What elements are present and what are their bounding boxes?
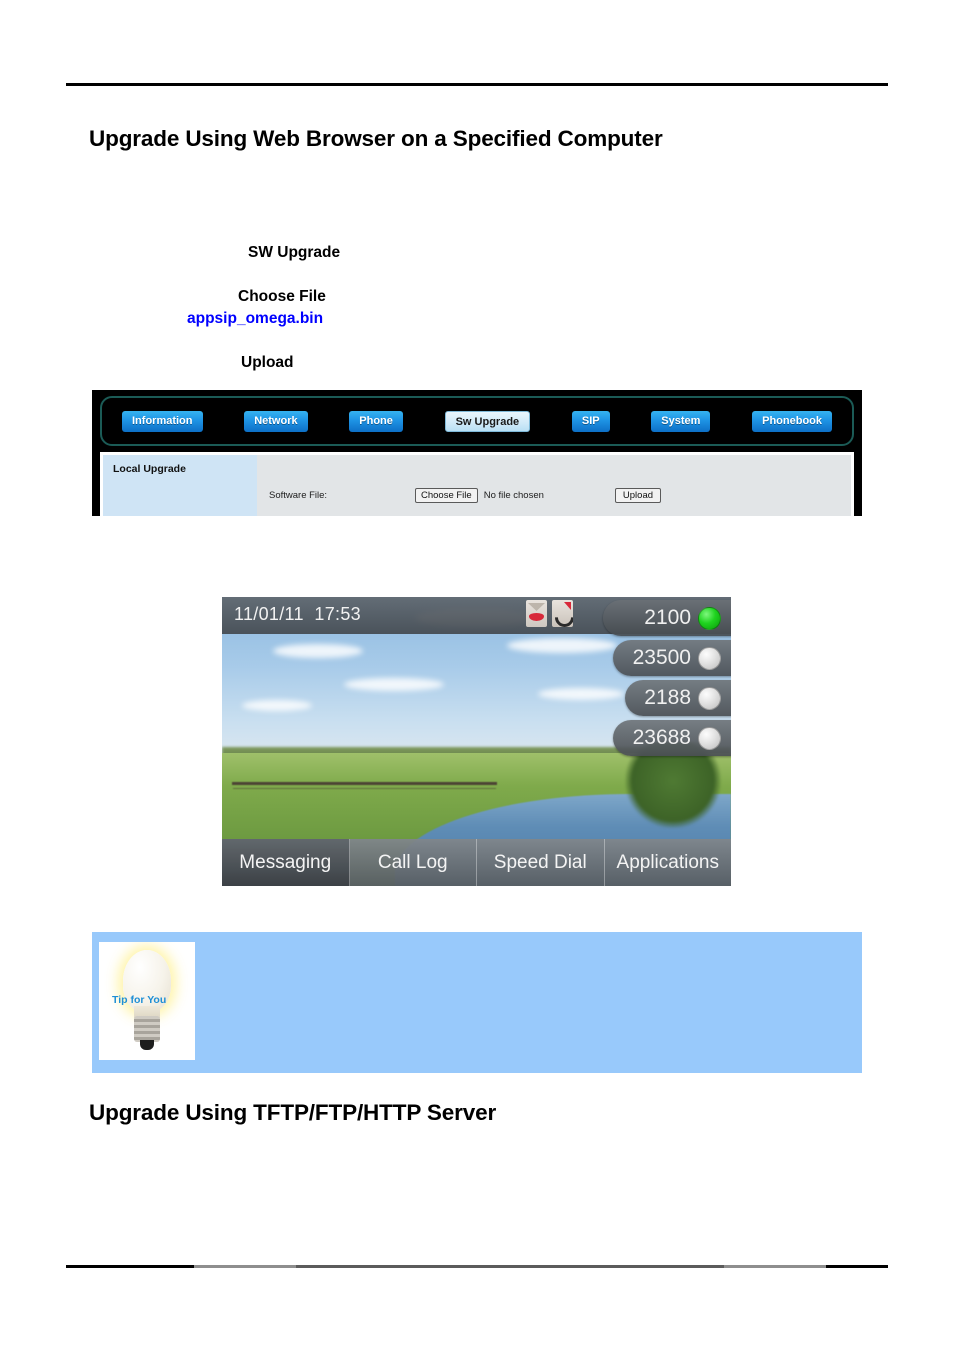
tab-sw-upgrade[interactable]: Sw Upgrade: [444, 410, 531, 432]
software-file-label: Software File:: [269, 490, 328, 501]
tab-network[interactable]: Network: [244, 410, 308, 432]
caption-file-name: appsip_omega.bin: [187, 310, 324, 327]
cloud-shape: [272, 643, 363, 658]
nav-frame: Information Network Phone Sw Upgrade SIP…: [100, 396, 854, 446]
line-key-label: 23688: [632, 726, 691, 749]
wallpaper-fence: [232, 781, 497, 785]
line-led-icon: [698, 726, 721, 750]
line-key-2188[interactable]: 2188: [625, 680, 731, 716]
footer-rule-segment: [724, 1265, 826, 1268]
status-time-value: 17:53: [314, 604, 361, 624]
tab-sip[interactable]: SIP: [571, 410, 610, 432]
nav-tab-bar: Information Network Phone Sw Upgrade SIP…: [102, 398, 852, 444]
lightbulb-screw-base: [134, 1016, 160, 1042]
line-led-icon: [698, 686, 721, 710]
voicemail-icon: [526, 600, 547, 627]
line-led-icon: [698, 606, 721, 630]
status-datetime: 11/01/11 17:53: [234, 604, 361, 625]
file-status-text: No file chosen: [483, 490, 544, 501]
soft-key-speed-dial[interactable]: Speed Dial: [477, 839, 605, 886]
phone-soft-key-bar: Messaging Call Log Speed Dial Applicatio…: [222, 839, 731, 886]
footer-rule-segment: [194, 1265, 296, 1268]
upload-button[interactable]: Upload: [614, 488, 662, 503]
phone-screen-screenshot: 11/01/11 17:53 2100 23500 2188 23688 Mes…: [222, 597, 731, 886]
software-file-row: Software File: Choose File No file chose…: [269, 488, 851, 503]
page-title-upgrade-tftp: Upgrade Using TFTP/FTP/HTTP Server: [89, 1100, 497, 1125]
tab-phone[interactable]: Phone: [349, 410, 403, 432]
caption-choose-file: Choose File: [238, 288, 326, 305]
panel-body: Software File: Choose File No file chose…: [257, 455, 851, 516]
tip-bulb-image: Tip for You: [99, 942, 195, 1060]
tab-system[interactable]: System: [651, 410, 711, 432]
choose-file-button[interactable]: Choose File: [415, 488, 478, 503]
caption-upload: Upload: [241, 354, 294, 371]
line-key-label: 2188: [644, 686, 691, 709]
content-panel-inner: Local Upgrade Software File: Choose File…: [103, 455, 851, 516]
caption-sw-upgrade: SW Upgrade: [248, 244, 341, 261]
page-footer-rule: [66, 1265, 888, 1268]
line-key-23500[interactable]: 23500: [613, 640, 731, 676]
line-led-icon: [698, 646, 721, 670]
tip-callout-box: Tip for You: [92, 932, 862, 1073]
tip-label: Tip for You: [112, 994, 167, 1006]
soft-key-messaging[interactable]: Messaging: [222, 839, 350, 886]
tab-phonebook[interactable]: Phonebook: [752, 410, 832, 432]
page-title-upgrade-web-browser: Upgrade Using Web Browser on a Specified…: [89, 126, 663, 151]
line-key-label: 23500: [632, 646, 691, 669]
sidebar-local-upgrade[interactable]: Local Upgrade: [103, 455, 257, 516]
line-key-23688[interactable]: 23688: [613, 720, 731, 756]
line-key-2100[interactable]: 2100: [603, 600, 731, 636]
cloud-shape: [242, 699, 313, 711]
cloud-shape: [344, 678, 445, 692]
tab-information[interactable]: Information: [122, 410, 203, 432]
cloud-shape: [507, 637, 618, 653]
soft-key-applications[interactable]: Applications: [605, 839, 732, 886]
page-header-rule: [66, 83, 888, 86]
cloud-shape: [537, 687, 624, 700]
web-ui-screenshot: Information Network Phone Sw Upgrade SIP…: [92, 390, 862, 516]
soft-key-call-log[interactable]: Call Log: [350, 839, 477, 886]
missed-call-icon: [552, 600, 573, 627]
footer-rule-segment: [296, 1265, 724, 1268]
sidebar-item-label: Local Upgrade: [113, 463, 186, 475]
status-icon-group: [526, 600, 573, 627]
content-panel: Local Upgrade Software File: Choose File…: [100, 452, 854, 516]
status-date: 11/01/11: [234, 604, 304, 624]
line-key-label: 2100: [644, 606, 691, 629]
lightbulb-contact-tip: [140, 1040, 154, 1050]
